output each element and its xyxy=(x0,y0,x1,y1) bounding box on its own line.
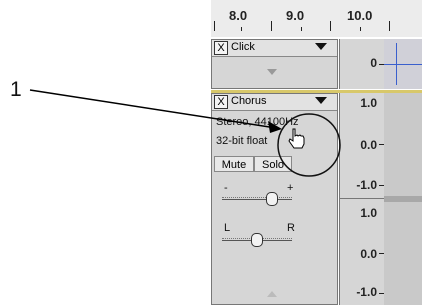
callout-circle xyxy=(277,113,341,177)
callout-arrowhead xyxy=(268,121,282,133)
hand-pointer-icon xyxy=(288,128,305,149)
callout-overlay xyxy=(29,89,341,177)
callout-arrow-line xyxy=(29,89,277,129)
